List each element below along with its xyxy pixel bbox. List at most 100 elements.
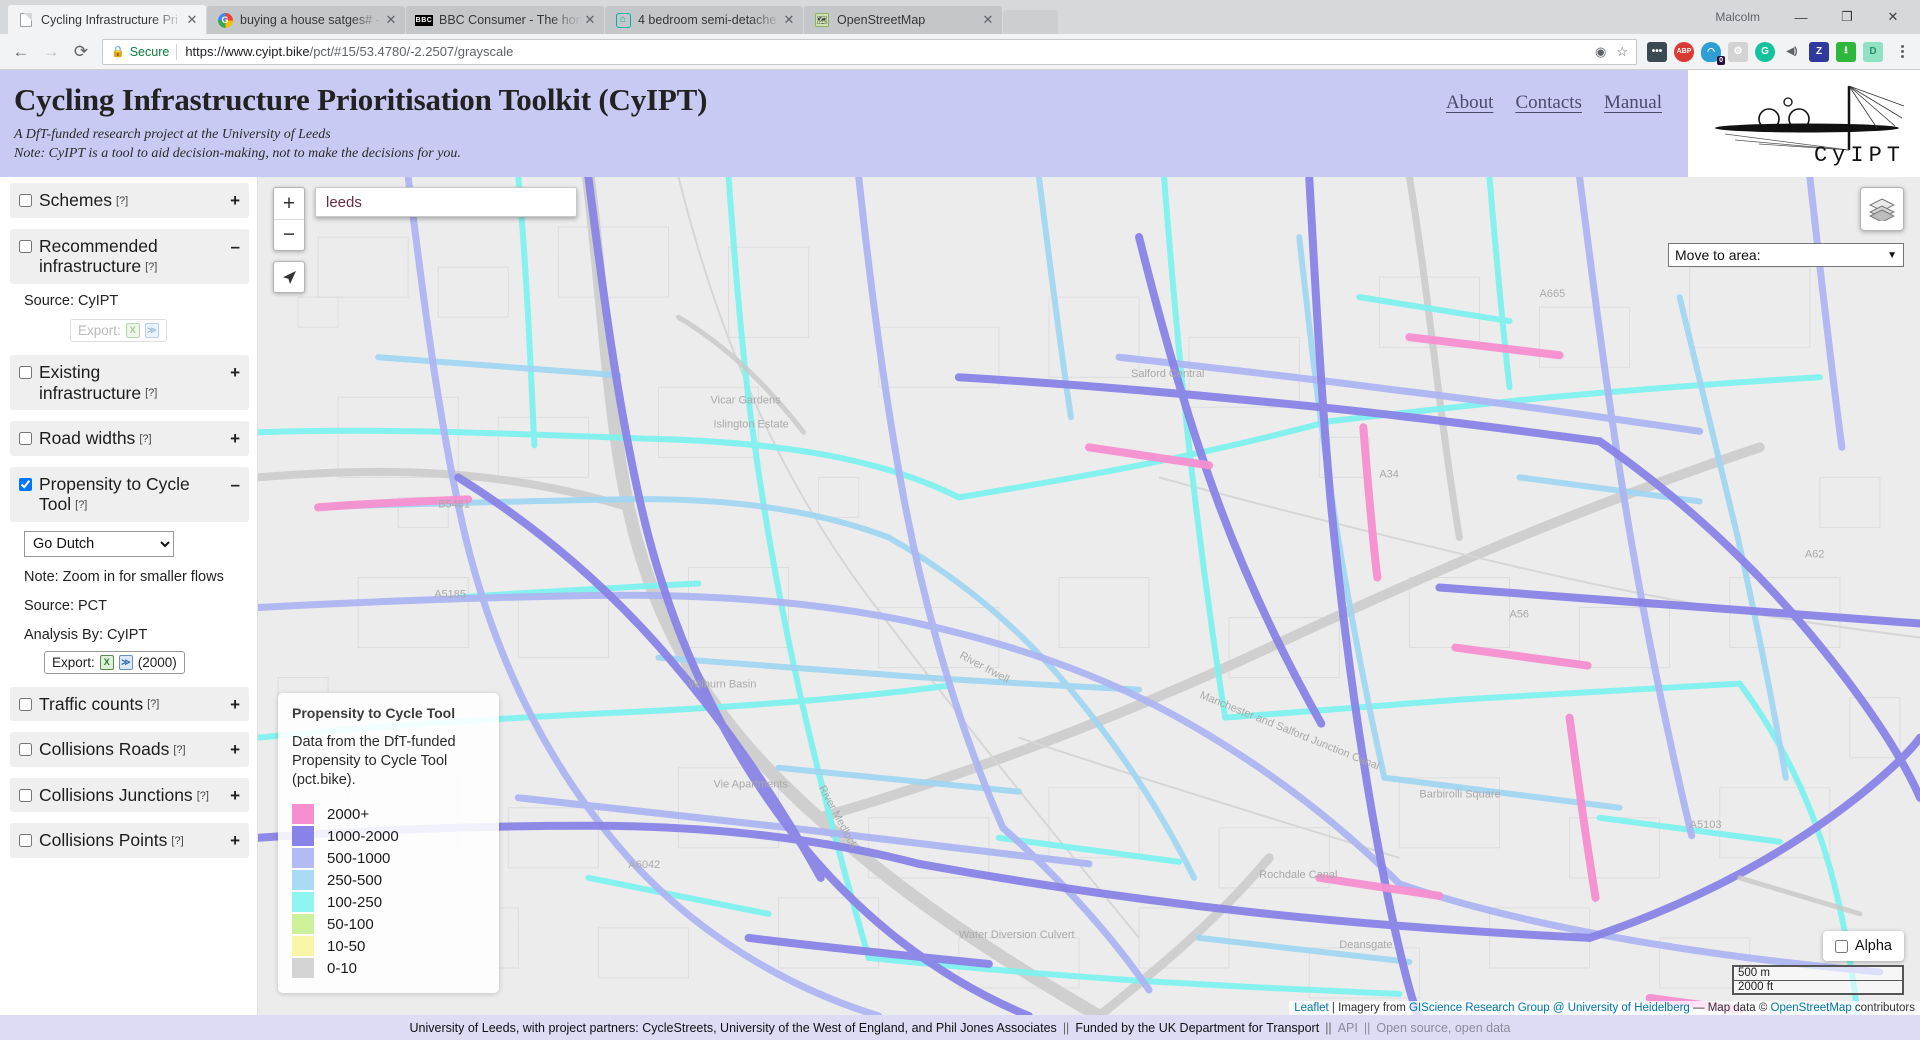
grayed-extension-icon[interactable]: ⚙ (1728, 41, 1748, 62)
footer-api-link[interactable]: API (1338, 1021, 1358, 1035)
target-icon[interactable]: ◉ (1595, 44, 1606, 60)
close-icon[interactable]: ✕ (383, 12, 399, 28)
footer-opensource-link[interactable]: Open source, open data (1376, 1021, 1510, 1035)
checkbox-schemes[interactable] (19, 194, 32, 207)
help-icon[interactable]: [?] (171, 835, 183, 847)
zoom-in-button[interactable]: + (274, 188, 304, 219)
house-icon: ⌂ (615, 12, 631, 28)
checkbox-propensity-to-cycle-tool[interactable] (19, 477, 32, 491)
kebab-menu-icon[interactable] (1890, 45, 1914, 58)
grammarly-extension-icon[interactable]: G (1755, 41, 1775, 62)
export-control-recommended[interactable]: Export: X ≫ (70, 318, 167, 342)
panel-header-collisions-points[interactable]: Collisions Points [?] + (10, 823, 249, 859)
panel-header-existing-infrastructure[interactable]: Existing infrastructure [?] + (10, 354, 249, 411)
star-icon[interactable]: ☆ (1616, 44, 1628, 60)
reload-icon[interactable]: ⟳ (66, 37, 96, 67)
dashlane-extension-icon[interactable]: D (1863, 41, 1883, 62)
new-tab-button[interactable] (1003, 10, 1058, 34)
browser-tab-2[interactable]: BBC BBC Consumer - The hom ✕ (406, 6, 604, 34)
maximize-button[interactable]: ❐ (1824, 1, 1870, 33)
move-to-area-select[interactable]: Move to area: ▼ (1668, 243, 1904, 267)
help-icon[interactable]: [?] (197, 790, 209, 802)
expand-toggle-schemes[interactable]: + (230, 192, 240, 209)
nav-link-manual[interactable]: Manual (1604, 92, 1662, 114)
nav-link-contacts[interactable]: Contacts (1515, 92, 1582, 114)
map-tiles: Vicar Gardens Islington Estate B5461 A51… (258, 177, 1920, 1015)
help-icon[interactable]: [?] (145, 387, 157, 399)
expand-toggle-road-widths[interactable]: + (230, 430, 240, 447)
map-viewport[interactable]: Vicar Gardens Islington Estate B5461 A51… (258, 177, 1920, 1015)
checkbox-recommended-infrastructure[interactable] (19, 239, 32, 253)
ghostery-extension-icon[interactable]: ◠ 0 (1701, 41, 1725, 65)
checkbox-existing-infrastructure[interactable] (19, 365, 32, 379)
expand-toggle-existing-infrastructure[interactable]: + (230, 364, 240, 381)
expand-toggle-collisions-junctions[interactable]: + (230, 787, 240, 804)
menu-extension-icon[interactable]: ••• (1647, 41, 1667, 62)
minimize-button[interactable]: — (1778, 1, 1824, 33)
panel-header-recommended-infrastructure[interactable]: Recommended infrastructure [?] – (10, 228, 249, 284)
close-icon[interactable]: ✕ (184, 12, 200, 28)
svg-text:Wilburn Basin: Wilburn Basin (689, 679, 757, 691)
collapse-toggle-propensity-to-cycle-tool[interactable]: – (231, 476, 240, 493)
security-label: Secure (129, 44, 170, 59)
close-icon[interactable]: ✕ (781, 12, 797, 28)
checkbox-collisions-roads[interactable] (19, 743, 32, 757)
profile-name[interactable]: Malcolm (1715, 10, 1760, 24)
zoom-out-button[interactable]: − (274, 219, 304, 250)
source-label-recommended: Source: CyIPT (24, 292, 119, 309)
sound-extension-icon[interactable]: ◀) (1782, 42, 1802, 62)
site-logo[interactable]: CyIPT (1688, 70, 1920, 177)
collapse-toggle-recommended-infrastructure[interactable]: – (231, 238, 240, 255)
geojson-export-icon[interactable]: ≫ (118, 654, 133, 670)
footer-separator: || (1325, 1020, 1332, 1035)
help-icon[interactable]: [?] (75, 499, 87, 511)
panel-header-traffic-counts[interactable]: Traffic counts [?] + (10, 686, 249, 722)
pct-scenario-select[interactable]: Go Dutch (24, 531, 174, 558)
help-icon[interactable]: [?] (139, 433, 151, 445)
map-search-input[interactable]: leeds (315, 187, 577, 217)
close-window-button[interactable]: ✕ (1870, 1, 1916, 33)
alpha-checkbox[interactable] (1834, 939, 1848, 953)
browser-tab-1[interactable]: buying a house satges# - ✕ (207, 6, 405, 34)
excel-export-icon[interactable]: X (125, 322, 140, 338)
layers-stack-icon[interactable] (1860, 187, 1904, 231)
nav-link-about[interactable]: About (1446, 92, 1494, 114)
legend-swatch (292, 892, 314, 912)
help-icon[interactable]: [?] (173, 744, 185, 756)
excel-export-icon[interactable]: X (99, 654, 114, 670)
navigate-arrow-icon[interactable] (273, 261, 305, 293)
zotero-extension-icon[interactable]: Z (1809, 41, 1829, 62)
expand-toggle-traffic-counts[interactable]: + (230, 696, 240, 713)
address-bar[interactable]: 🔒 Secure https://www.cyipt.bike/pct/#15/… (102, 38, 1637, 65)
checkbox-collisions-junctions[interactable] (19, 788, 32, 802)
checkbox-traffic-counts[interactable] (19, 697, 32, 711)
openstreetmap-link[interactable]: OpenStreetMap (1771, 1002, 1852, 1014)
checkbox-collisions-points[interactable] (19, 834, 32, 848)
panel-header-road-widths[interactable]: Road widths [?] + (10, 421, 249, 456)
geojson-export-icon[interactable]: ≫ (144, 322, 159, 338)
export-control-pct[interactable]: Export: X ≫ (2000) (44, 650, 185, 674)
close-icon[interactable]: ✕ (980, 12, 996, 28)
expand-toggle-collisions-roads[interactable]: + (230, 741, 240, 758)
panel-header-propensity-to-cycle-tool[interactable]: Propensity to Cycle Tool [?] – (10, 466, 249, 523)
browser-window: Cycling Infrastructure Pri ✕ buying a ho… (0, 0, 1920, 1040)
panel-header-collisions-roads[interactable]: Collisions Roads [?] + (10, 732, 249, 767)
browser-tab-0[interactable]: Cycling Infrastructure Pri ✕ (8, 5, 206, 34)
panel-header-collisions-junctions[interactable]: Collisions Junctions [?] + (10, 777, 249, 813)
gis-link[interactable]: GIScience Research Group @ University of… (1409, 1002, 1690, 1014)
checkbox-road-widths[interactable] (19, 432, 32, 446)
forward-icon[interactable]: → (36, 37, 66, 67)
help-icon[interactable]: [?] (145, 261, 157, 273)
adblock-plus-extension-icon[interactable]: ABP (1674, 41, 1694, 62)
download-extension-icon[interactable]: ⭳ (1836, 41, 1856, 62)
close-icon[interactable]: ✕ (582, 12, 598, 28)
back-icon[interactable]: ← (6, 37, 36, 67)
panel-header-schemes[interactable]: Schemes [?] + (10, 183, 249, 218)
browser-tab-4[interactable]: 🗺 OpenStreetMap ✕ (804, 6, 1002, 34)
help-icon[interactable]: [?] (147, 698, 159, 710)
help-icon[interactable]: [?] (116, 195, 128, 207)
browser-tab-3[interactable]: ⌂ 4 bedroom semi-detache ✕ (605, 6, 803, 34)
alpha-toggle[interactable]: Alpha (1822, 931, 1904, 961)
leaflet-link[interactable]: Leaflet (1294, 1002, 1329, 1014)
expand-toggle-collisions-points[interactable]: + (230, 832, 240, 849)
